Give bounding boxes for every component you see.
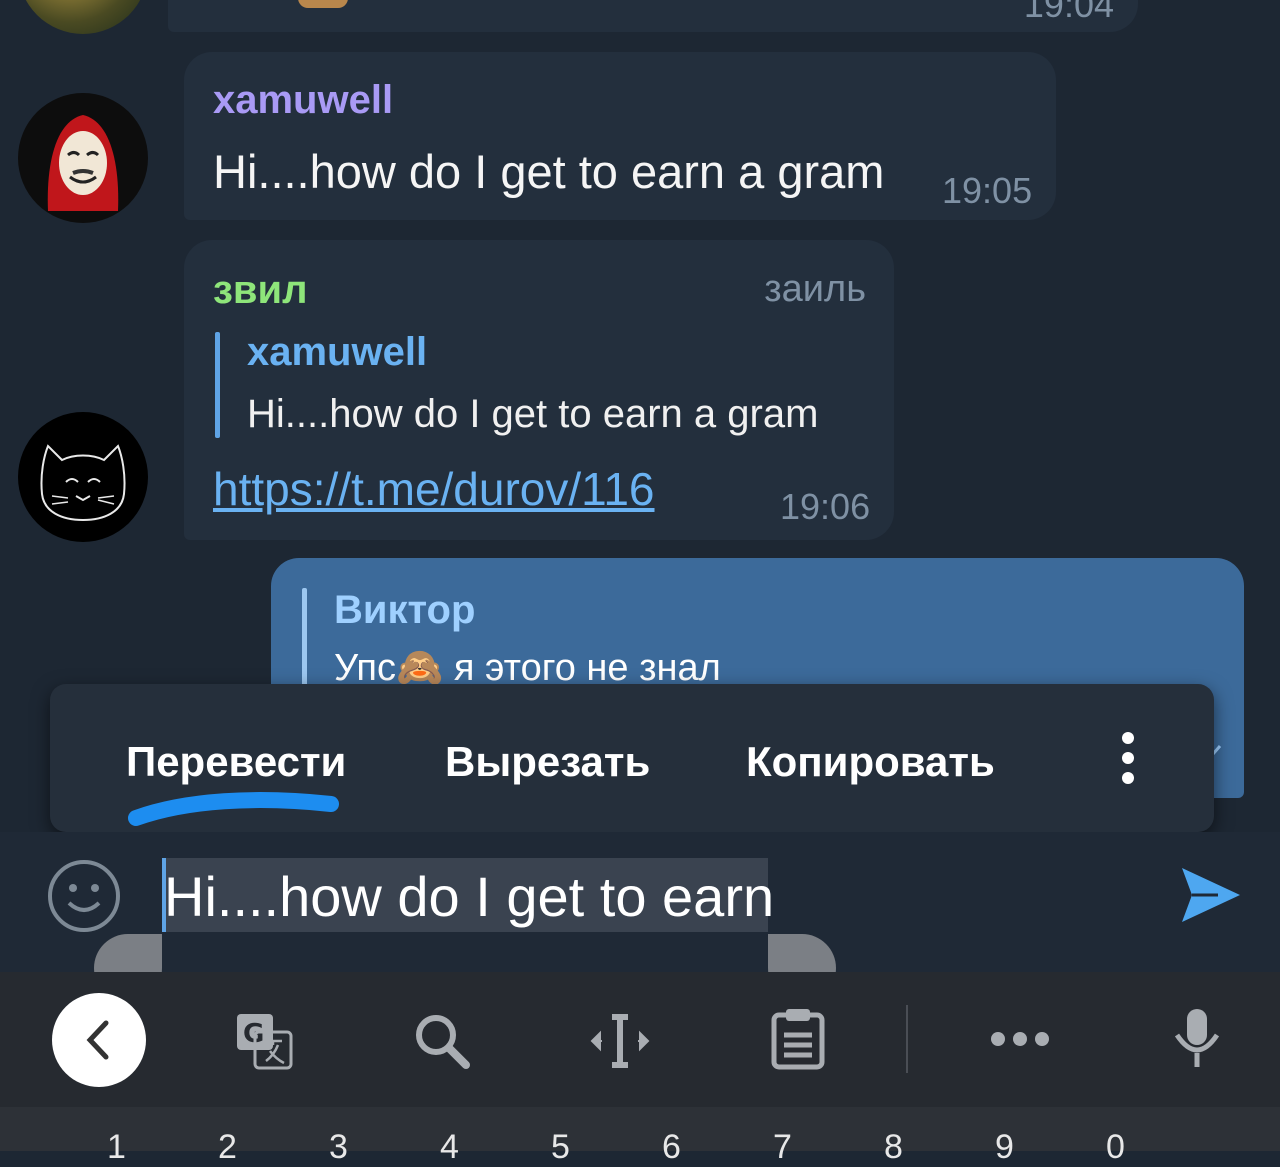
copy-button[interactable]: Копировать [746, 738, 995, 786]
keyboard-number-row [0, 1107, 1280, 1151]
sticker-thumbnail [298, 0, 348, 8]
previous-message-bubble[interactable]: 19:04 [168, 0, 1138, 32]
message-text: Hi....how do I get to earn a gram [213, 145, 885, 198]
reply-text-after: я этого не знал [443, 647, 721, 689]
highlight-underline-annotation [128, 792, 339, 826]
reply-bar [215, 332, 220, 438]
reply-text-before: Упс [334, 647, 397, 689]
message-input-bar: Hi....how do I get to earn [0, 832, 1280, 972]
toolbar-divider [906, 1005, 908, 1073]
avatar-previous[interactable] [18, 0, 148, 34]
reply-sender[interactable]: xamuwell [247, 330, 427, 375]
key-9[interactable]: 9 [995, 1128, 1014, 1167]
cursor-move-icon[interactable] [590, 1011, 650, 1071]
cut-button[interactable]: Вырезать [445, 738, 650, 786]
translate-button[interactable]: Перевести [126, 738, 346, 786]
key-1[interactable]: 1 [107, 1128, 126, 1167]
message-bubble-xamuwell[interactable]: xamuwell Hi....how do I get to earn a gr… [184, 52, 1056, 220]
key-7[interactable]: 7 [773, 1128, 792, 1167]
message-bubble-zvil[interactable]: звил заиль xamuwell Hi....how do I get t… [184, 240, 894, 540]
search-icon[interactable] [412, 1011, 472, 1071]
send-icon[interactable] [1178, 862, 1244, 928]
key-5[interactable]: 5 [551, 1128, 570, 1167]
microphone-icon[interactable] [1172, 1007, 1222, 1071]
sender-name[interactable]: звил [213, 268, 307, 313]
message-time: 19:06 [780, 486, 871, 527]
avatar-xamuwell[interactable] [18, 93, 148, 223]
avatar-zvil[interactable] [18, 412, 148, 542]
reply-text[interactable]: Hi....how do I get to earn a gram [247, 392, 818, 437]
more-vertical-icon[interactable] [1116, 730, 1140, 790]
reply-sender[interactable]: Виктор [334, 588, 475, 633]
reply-bar [302, 588, 307, 688]
text-selection-toolbar: Перевести Вырезать Копировать [50, 684, 1214, 832]
translate-icon[interactable]: G [234, 1011, 294, 1071]
monkey-emoji-icon: 🙈 [396, 647, 444, 689]
emoji-icon[interactable] [47, 859, 121, 933]
admin-label: заиль [764, 268, 866, 310]
key-0[interactable]: 0 [1106, 1128, 1125, 1167]
sender-name[interactable]: xamuwell [213, 78, 393, 123]
keyboard-back-button[interactable] [52, 993, 146, 1087]
key-4[interactable]: 4 [440, 1128, 459, 1167]
message-link[interactable]: https://t.me/durov/116 [213, 462, 655, 516]
message-time: 19:05 [942, 170, 1033, 211]
cat-avatar-icon [40, 444, 126, 522]
key-2[interactable]: 2 [218, 1128, 237, 1167]
message-input[interactable]: Hi....how do I get to earn [164, 864, 774, 929]
key-3[interactable]: 3 [329, 1128, 348, 1167]
clipboard-icon[interactable] [768, 1007, 828, 1071]
key-8[interactable]: 8 [884, 1128, 903, 1167]
key-6[interactable]: 6 [662, 1128, 681, 1167]
more-horizontal-icon[interactable] [990, 1029, 1050, 1049]
message-time: 19:04 [1023, 0, 1114, 25]
mask-avatar-icon [47, 115, 119, 211]
chevron-left-icon [86, 1020, 109, 1060]
